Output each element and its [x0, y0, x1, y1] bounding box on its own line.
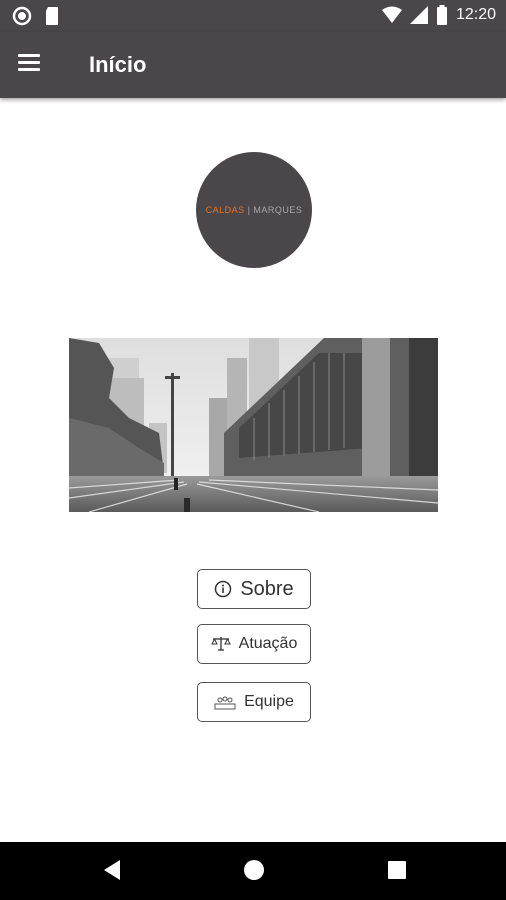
team-icon — [214, 696, 236, 710]
status-time: 12:20 — [455, 6, 496, 23]
home-icon[interactable] — [242, 858, 266, 882]
sobre-label: Sobre — [240, 577, 294, 600]
hamburger-menu-icon[interactable] — [18, 50, 52, 80]
page-title: Início — [89, 52, 147, 77]
info-icon — [215, 580, 232, 598]
equipe-button[interactable]: Equipe — [197, 682, 311, 722]
logo-brand-part1: CALDAS — [205, 205, 245, 215]
battery-icon — [436, 5, 447, 25]
signal-icon — [409, 6, 428, 24]
status-bar: 12:20 — [0, 0, 506, 32]
scales-icon — [210, 637, 231, 651]
recents-icon[interactable] — [386, 858, 408, 882]
record-icon — [12, 6, 32, 26]
logo-brand-part2: MARQUES — [253, 205, 303, 215]
company-logo: CALDAS | MARQUES — [196, 152, 312, 268]
sd-card-icon — [46, 7, 58, 25]
wifi-icon — [381, 6, 402, 23]
system-nav-bar — [0, 842, 506, 900]
atuacao-label: Atuação — [238, 635, 298, 652]
city-avenue-photo — [69, 338, 438, 512]
atuacao-button[interactable]: Atuação — [197, 624, 311, 664]
sobre-button[interactable]: Sobre — [197, 569, 311, 609]
back-icon[interactable] — [100, 858, 122, 882]
app-bar: Início — [0, 32, 506, 98]
logo-separator: | — [247, 205, 251, 215]
equipe-label: Equipe — [244, 693, 294, 710]
